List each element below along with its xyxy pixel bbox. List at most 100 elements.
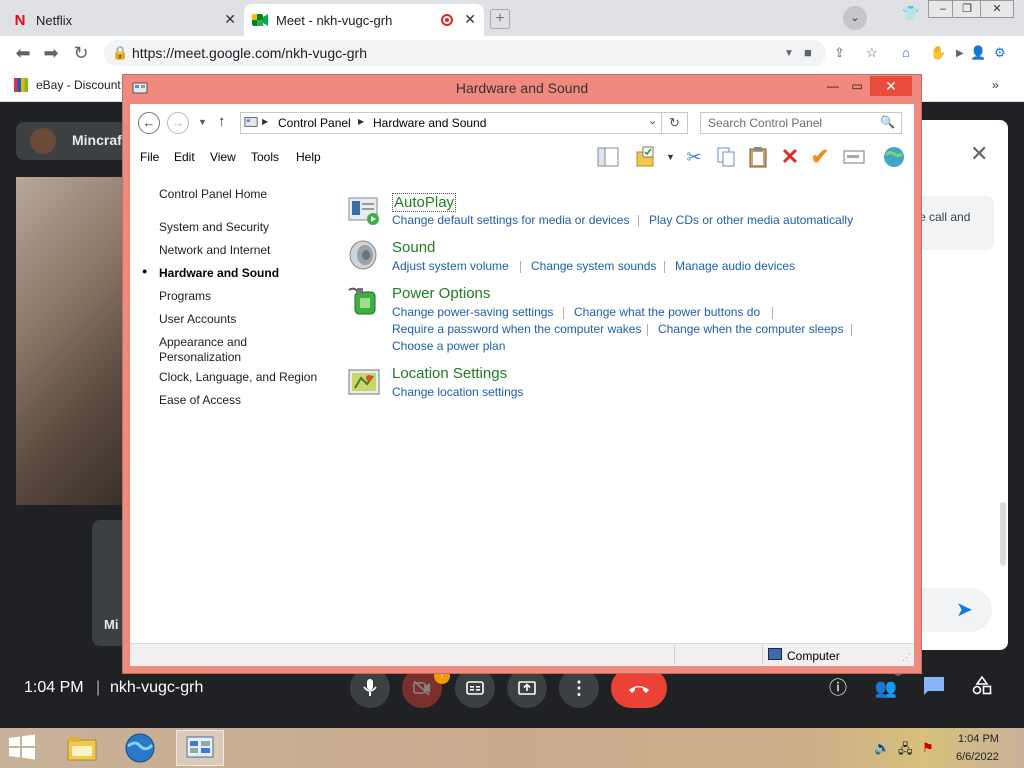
new-tab-button[interactable]: + — [490, 9, 510, 29]
close-icon[interactable]: ✕ — [970, 141, 988, 167]
nav-appearance[interactable]: Appearance and — [159, 335, 247, 349]
mic-button[interactable] — [350, 668, 390, 708]
nav-control-panel-home[interactable]: Control Panel Home — [159, 187, 267, 201]
link-require-password[interactable]: Require a password when the computer wak… — [392, 322, 641, 336]
rename-icon[interactable] — [842, 145, 866, 169]
forward-arrow-icon[interactable]: → — [167, 112, 189, 134]
url-text[interactable]: https://meet.google.com/nkh-vugc-grh — [132, 45, 367, 61]
volume-icon[interactable]: 🔊 — [874, 740, 890, 756]
taskbar-internet-explorer[interactable] — [116, 730, 164, 766]
activities-icon[interactable] — [970, 675, 994, 700]
tab-meet[interactable]: Meet - nkh-vugc-grh ✕ — [244, 4, 484, 36]
window-maximize-button[interactable]: ▭ — [844, 76, 870, 96]
forward-icon[interactable]: ➡ — [40, 42, 62, 64]
menu-edit[interactable]: Edit — [174, 150, 195, 164]
link-computer-sleeps[interactable]: Change when the computer sleeps — [658, 322, 843, 336]
link-autoplay-defaults[interactable]: Change default settings for media or dev… — [392, 213, 629, 227]
paste-icon[interactable] — [746, 145, 770, 169]
restore-button[interactable]: ❐ — [952, 0, 982, 18]
profile-icon[interactable]: 👤 — [970, 45, 986, 61]
link-power-saving[interactable]: Change power-saving settings — [392, 305, 553, 319]
nav-network-internet[interactable]: Network and Internet — [159, 243, 270, 257]
window-minimize-button[interactable]: — — [820, 76, 846, 96]
share-icon[interactable]: ⇪ — [834, 45, 845, 61]
link-power-plan[interactable]: Choose a power plan — [392, 339, 505, 353]
close-tab-icon[interactable]: ✕ — [224, 11, 236, 28]
extension-shirt-icon[interactable]: 👕 — [902, 5, 919, 22]
close-tab-icon[interactable]: ✕ — [464, 11, 476, 28]
nav-user-accounts[interactable]: User Accounts — [159, 312, 236, 326]
menu-tools[interactable]: Tools — [251, 150, 279, 164]
link-power-buttons[interactable]: Change what the power buttons do — [574, 305, 760, 319]
camera-icon[interactable]: ■ — [804, 45, 812, 60]
nav-personalization[interactable]: Personalization — [159, 350, 241, 364]
resize-grip-icon[interactable]: ⋰ — [902, 652, 911, 663]
layout-pane-icon[interactable] — [596, 145, 620, 169]
bookmark-star-icon[interactable]: ☆ — [866, 45, 878, 61]
cut-icon[interactable]: ✂ — [682, 145, 706, 169]
link-audio-devices[interactable]: Manage audio devices — [675, 259, 795, 273]
menu-help[interactable]: Help — [296, 150, 321, 164]
people-icon[interactable]: 👥 — [874, 676, 898, 700]
menu-view[interactable]: View — [210, 150, 236, 164]
action-center-icon[interactable]: ⚑ — [922, 740, 934, 756]
present-button[interactable] — [507, 668, 547, 708]
participant-video[interactable] — [16, 177, 124, 505]
bookmarks-overflow-icon[interactable]: » — [992, 78, 999, 92]
chat-icon[interactable] — [922, 676, 946, 700]
windows-start-icon[interactable] — [8, 734, 38, 762]
category-autoplay[interactable]: AutoPlay — [392, 193, 457, 212]
back-arrow-icon[interactable]: ← — [138, 112, 160, 134]
taskbar-file-explorer[interactable] — [58, 730, 106, 766]
tab-search-button[interactable]: ⌄ — [843, 6, 867, 30]
home-icon[interactable]: ⌂ — [902, 45, 910, 60]
expand-icon[interactable]: ▶ — [956, 48, 964, 59]
category-power-options[interactable]: Power Options — [392, 285, 490, 302]
nav-ease-of-access[interactable]: Ease of Access — [159, 393, 241, 407]
chevron-right-icon[interactable]: ▶ — [262, 117, 268, 126]
refresh-icon[interactable]: ↻ — [662, 112, 688, 134]
link-system-sounds[interactable]: Change system sounds — [531, 259, 656, 273]
taskbar-control-panel[interactable] — [176, 730, 224, 766]
breadcrumb-control-panel[interactable]: Control Panel — [278, 116, 351, 130]
chat-input[interactable] — [916, 588, 992, 632]
link-location-settings[interactable]: Change location settings — [392, 385, 523, 399]
view-dropdown-icon[interactable]: ▼ — [666, 152, 675, 162]
category-location-settings[interactable]: Location Settings — [392, 365, 507, 382]
search-icon[interactable]: 🔍 — [880, 115, 895, 129]
captions-button[interactable] — [455, 668, 495, 708]
tab-netflix[interactable]: N Netflix ✕ — [4, 4, 244, 36]
dropdown-icon[interactable]: ▼ — [784, 48, 794, 59]
recent-locations-icon[interactable]: ▼ — [198, 117, 207, 127]
bookmark-ebay[interactable]: eBay - Discount — [14, 78, 121, 92]
reload-icon[interactable]: ↻ — [70, 42, 92, 64]
settings-icon[interactable]: ⚙ — [994, 45, 1006, 61]
properties-check-icon[interactable]: ✔ — [808, 144, 832, 169]
extension-hand-icon[interactable]: ✋ — [930, 45, 946, 61]
up-arrow-icon[interactable]: ↑ — [218, 113, 226, 130]
link-play-cds[interactable]: Play CDs or other media automatically — [649, 213, 853, 227]
menu-file[interactable]: File — [140, 150, 159, 164]
nav-system-security[interactable]: System and Security — [159, 220, 269, 234]
chevron-down-icon[interactable]: ⌄ — [648, 114, 657, 127]
copy-icon[interactable] — [714, 145, 738, 169]
meeting-details-icon[interactable]: ⓘ — [826, 676, 850, 700]
chevron-right-icon[interactable]: ▶ — [358, 117, 364, 126]
breadcrumb-hardware-sound[interactable]: Hardware and Sound — [373, 116, 486, 130]
clock-date[interactable]: 6/6/2022 — [956, 751, 999, 763]
category-sound[interactable]: Sound — [392, 239, 435, 256]
clock-time[interactable]: 1:04 PM — [958, 733, 999, 745]
end-call-button[interactable] — [611, 668, 667, 708]
delete-icon[interactable]: ✕ — [778, 144, 802, 169]
folder-options-icon[interactable] — [634, 145, 658, 169]
nav-clock-language-region[interactable]: Clock, Language, and Region — [159, 370, 317, 384]
window-close-button[interactable]: ✕ — [870, 76, 912, 96]
nav-programs[interactable]: Programs — [159, 289, 211, 303]
back-icon[interactable]: ⬅ — [12, 42, 34, 64]
nav-hardware-sound[interactable]: Hardware and Sound — [159, 266, 279, 280]
internet-globe-icon[interactable] — [882, 145, 906, 169]
network-icon[interactable]: 🖧 — [898, 740, 913, 762]
send-icon[interactable]: ➤ — [956, 597, 973, 622]
scrollbar[interactable] — [1000, 502, 1006, 566]
link-adjust-volume[interactable]: Adjust system volume — [392, 259, 509, 273]
